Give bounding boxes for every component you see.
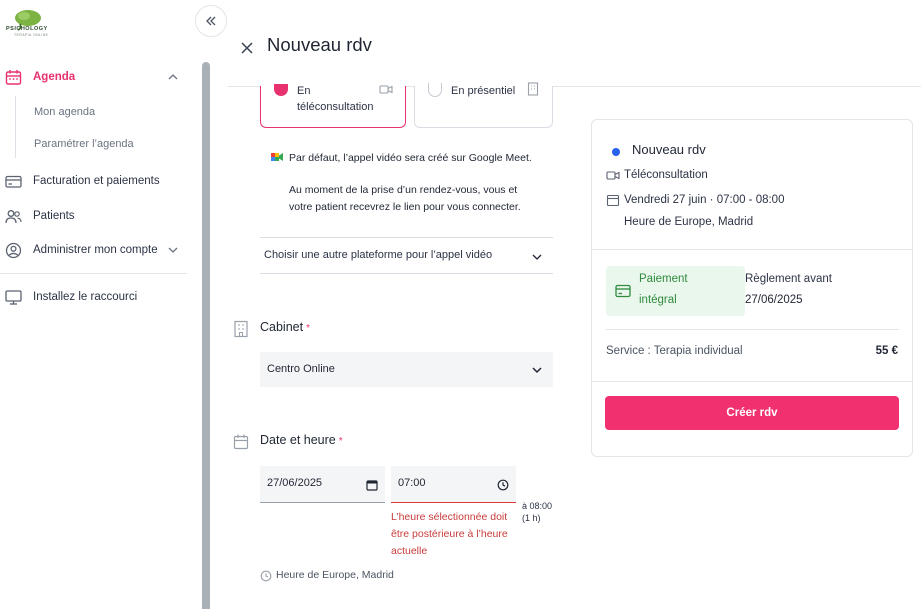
summary-divider: [592, 249, 912, 250]
time-error-line3: actuelle: [391, 545, 428, 557]
cabinet-label-text: Cabinet: [260, 320, 304, 334]
date-field[interactable]: 27/06/2025: [260, 466, 385, 503]
calendar-icon: [606, 193, 620, 207]
service-label: Service : Terapia individual: [606, 345, 743, 357]
mode-teleconsultation-label: En téléconsultation: [297, 83, 373, 115]
credit-card-icon: [5, 173, 22, 190]
appointment-summary-card: Nouveau rdv Téléconsultation Vendredi 27…: [591, 119, 913, 457]
logo-wordmark: PSICHOLOGY: [6, 26, 48, 32]
clock-icon: [260, 569, 272, 582]
page-title: Nouveau rdv: [267, 34, 372, 55]
video-link-info-line2: votre patient recevrez le lien pour vous…: [289, 201, 521, 213]
sidebar-item-administrer[interactable]: Administrer mon compte: [0, 235, 200, 265]
duration: (1 h): [522, 513, 541, 523]
building-icon: [233, 320, 249, 338]
sidebar-item-label: Installez le raccourci: [33, 291, 138, 303]
logo-tagline: TERAPIA ONLINE: [14, 33, 49, 37]
payment-status-badge: Paiement intégral: [606, 266, 745, 316]
calendar-icon: [5, 69, 22, 86]
video-camera-icon: [606, 168, 620, 182]
sidebar-item-patients[interactable]: Patients: [0, 201, 200, 231]
summary-datetime: Vendredi 27 juin · 07:00 - 08:00: [624, 194, 785, 206]
video-link-info-line1: Au moment de la prise d’un rendez-vous, …: [289, 184, 518, 196]
summary-mode-row: Téléconsultation: [606, 168, 708, 182]
time-error-line2: être postérieure à l’heure: [391, 528, 508, 540]
sidebar: PSICHOLOGY TERAPIA ONLINE Agenda Mon age…: [0, 0, 200, 609]
summary-divider: [606, 329, 899, 330]
clock-icon[interactable]: [497, 478, 509, 491]
summary-title: Nouveau rdv: [632, 142, 706, 157]
required-marker: *: [338, 436, 343, 447]
sidebar-subitem-mon-agenda[interactable]: Mon agenda: [34, 106, 95, 118]
credit-card-icon: [615, 284, 631, 298]
video-default-info: Par défaut, l’appel vidéo sera créé sur …: [289, 152, 532, 164]
cabinet-select-value: Centro Online: [267, 363, 335, 375]
double-chevron-left-icon: [206, 16, 216, 26]
sidebar-scrollbar[interactable]: [202, 62, 210, 609]
radio-unselected-icon: [428, 83, 442, 97]
video-camera-icon: [379, 82, 393, 96]
payment-label-line1: Paiement: [639, 273, 688, 285]
service-price: 55 €: [875, 345, 898, 357]
building-icon: [526, 82, 540, 96]
end-time: à 08:00: [522, 501, 553, 511]
user-circle-icon: [5, 242, 22, 259]
sidebar-item-label: Facturation et paiements: [33, 175, 160, 187]
create-appointment-button[interactable]: Créer rdv: [605, 396, 899, 430]
timezone-row: Heure de Europe, Madrid: [260, 569, 394, 582]
calendar-icon: [233, 433, 249, 451]
datetime-label: Date et heure *: [260, 433, 343, 447]
sidebar-subitem-parametrer-agenda[interactable]: Paramétrer l’agenda: [34, 138, 134, 150]
mode-tele-line2: téléconsultation: [297, 101, 374, 113]
submenu-guide-line: [15, 96, 16, 158]
sidebar-item-agenda[interactable]: Agenda: [0, 62, 200, 92]
monitor-icon: [5, 289, 22, 306]
sidebar-item-label: Agenda: [33, 71, 76, 83]
mode-presentiel-label: En présentiel: [451, 85, 516, 97]
video-platform-select[interactable]: Choisir une autre plateforme pour l’appe…: [260, 237, 553, 274]
summary-divider: [592, 381, 912, 382]
timezone-label: Heure de Europe, Madrid: [276, 569, 394, 581]
chevron-down-icon: [531, 363, 543, 375]
settlement-date: 27/06/2025: [745, 294, 803, 306]
chevron-down-icon[interactable]: [167, 244, 179, 256]
chevron-up-icon[interactable]: [167, 71, 179, 83]
chevron-down-icon: [531, 250, 543, 262]
radio-selected-icon: [274, 84, 288, 96]
users-icon: [5, 208, 22, 225]
summary-datetime-row: Vendredi 27 juin · 07:00 - 08:00: [606, 193, 784, 207]
payment-label-line2: intégral: [639, 294, 677, 306]
calendar-picker-icon[interactable]: [366, 478, 378, 491]
mode-teleconsultation-option[interactable]: En téléconsultation: [260, 83, 406, 128]
time-field[interactable]: 07:00: [391, 466, 516, 503]
sidebar-item-facturation[interactable]: Facturation et paiements: [0, 166, 200, 196]
google-meet-icon: [270, 150, 284, 164]
date-field-value: 27/06/2025: [267, 477, 323, 489]
close-icon: [241, 42, 253, 54]
mode-tele-line1: En: [297, 85, 311, 97]
video-platform-select-label: Choisir une autre plateforme pour l’appe…: [264, 249, 493, 261]
mode-presentiel-option[interactable]: En présentiel: [414, 82, 553, 128]
sidebar-divider: [0, 273, 187, 274]
collapse-sidebar-button[interactable]: [195, 5, 227, 37]
end-time-text: à 08:00 (1 h): [522, 500, 552, 524]
status-dot: [612, 148, 620, 156]
sidebar-item-label: Administrer mon compte: [33, 244, 158, 256]
time-error-line1: L’heure sélectionnée doit: [391, 511, 508, 523]
cabinet-label: Cabinet *: [260, 320, 310, 334]
time-field-value: 07:00: [398, 477, 426, 489]
cabinet-select[interactable]: Centro Online: [260, 352, 553, 387]
summary-timezone: Heure de Europe, Madrid: [624, 216, 754, 228]
settlement-label: Règlement avant: [745, 273, 832, 285]
summary-mode: Téléconsultation: [624, 169, 708, 181]
sidebar-item-installer-raccourci[interactable]: Installez le raccourci: [0, 282, 200, 312]
datetime-label-text: Date et heure: [260, 433, 336, 447]
sidebar-item-label: Patients: [33, 210, 75, 222]
close-button[interactable]: [240, 41, 254, 55]
required-marker: *: [306, 323, 310, 334]
